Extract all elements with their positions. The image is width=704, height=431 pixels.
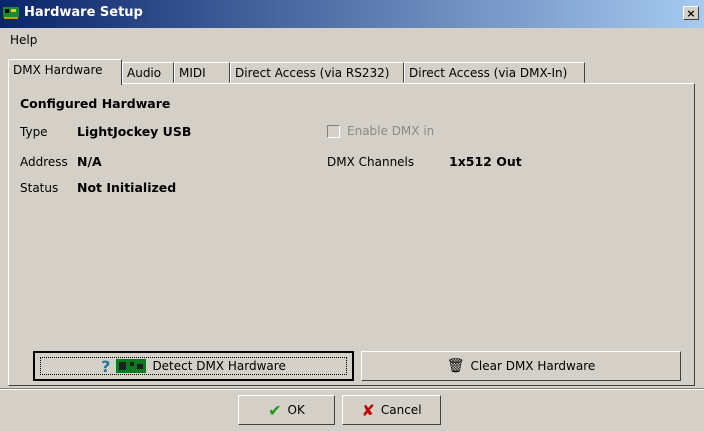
detect-dmx-hardware-button[interactable]: ? Detect DMX Hardware xyxy=(33,351,354,381)
tab-label: Direct Access (via DMX-In) xyxy=(409,66,568,80)
address-value: N/A xyxy=(77,154,102,169)
tab-dmx-hardware[interactable]: DMX Hardware xyxy=(8,59,122,85)
status-value: Not Initialized xyxy=(77,180,177,195)
type-label: Type xyxy=(20,125,48,139)
enable-dmx-in-checkbox[interactable] xyxy=(327,125,340,138)
menu-help[interactable]: Help xyxy=(10,33,37,47)
tab-label: DMX Hardware xyxy=(13,63,103,77)
close-button[interactable]: × xyxy=(683,6,699,20)
tab-label: Direct Access (via RS232) xyxy=(235,66,390,80)
x-icon: ✘ xyxy=(361,400,375,420)
clear-dmx-hardware-button[interactable]: 🗑 Clear DMX Hardware xyxy=(361,351,681,381)
cancel-button[interactable]: ✘ Cancel xyxy=(342,395,441,425)
configured-hardware-title: Configured Hardware xyxy=(20,96,171,111)
clear-button-label: Clear DMX Hardware xyxy=(470,359,596,373)
dmx-channels-label: DMX Channels xyxy=(327,155,415,169)
trash-icon: 🗑 xyxy=(446,358,465,374)
address-label: Address xyxy=(20,155,68,169)
checkmark-icon: ✔ xyxy=(268,400,282,420)
enable-dmx-in-label: Enable DMX in xyxy=(347,124,435,138)
close-icon: × xyxy=(686,7,696,20)
hardware-setup-window: Hardware Setup × Help DMX Hardware Audio… xyxy=(0,0,704,431)
tab-label: Audio xyxy=(127,66,162,80)
menu-bar: Help xyxy=(0,29,704,51)
type-value: LightJockey USB xyxy=(77,124,192,139)
separator xyxy=(0,388,704,390)
tab-direct-access-rs232[interactable]: Direct Access (via RS232) xyxy=(230,62,404,83)
tab-label: MIDI xyxy=(179,66,206,80)
cancel-button-label: Cancel xyxy=(380,403,422,417)
chip-icon xyxy=(116,359,147,373)
hardware-card-icon xyxy=(3,7,19,19)
ok-button[interactable]: ✔ OK xyxy=(238,395,335,425)
status-label: Status xyxy=(20,181,59,195)
ok-button-label: OK xyxy=(287,403,305,417)
tab-direct-access-dmx-in[interactable]: Direct Access (via DMX-In) xyxy=(404,62,585,83)
tab-audio[interactable]: Audio xyxy=(122,62,174,83)
window-title: Hardware Setup xyxy=(24,5,143,20)
focus-ring xyxy=(40,357,347,375)
title-bar[interactable]: Hardware Setup × xyxy=(0,0,704,28)
tab-midi[interactable]: MIDI xyxy=(174,62,230,83)
dmx-channels-value: 1x512 Out xyxy=(449,154,522,169)
